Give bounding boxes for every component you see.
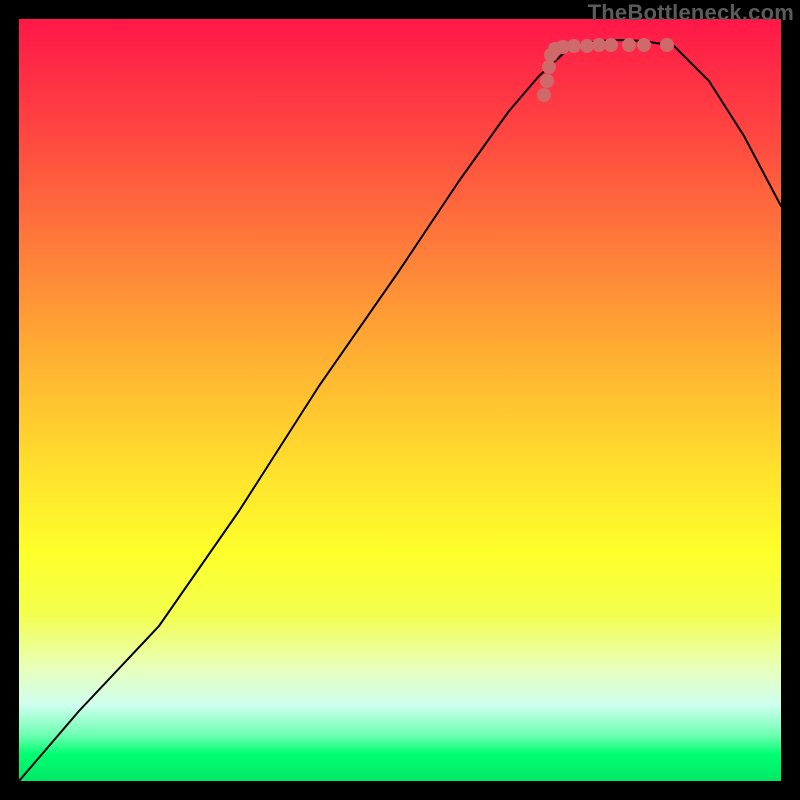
bottleneck-curve	[19, 40, 781, 781]
highlight-marker	[580, 39, 594, 53]
highlight-marker	[622, 38, 636, 52]
watermark-text: TheBottleneck.com	[588, 0, 794, 26]
highlight-marker	[540, 74, 554, 88]
chart-svg-layer	[19, 19, 781, 781]
highlight-marker	[537, 88, 551, 102]
highlight-marker	[604, 38, 618, 52]
highlight-band	[537, 38, 674, 102]
highlight-marker	[592, 38, 606, 52]
highlight-marker	[637, 38, 651, 52]
highlight-marker	[542, 60, 556, 74]
highlight-marker	[660, 38, 674, 52]
chart-plot-area	[19, 19, 781, 781]
highlight-marker	[567, 39, 581, 53]
